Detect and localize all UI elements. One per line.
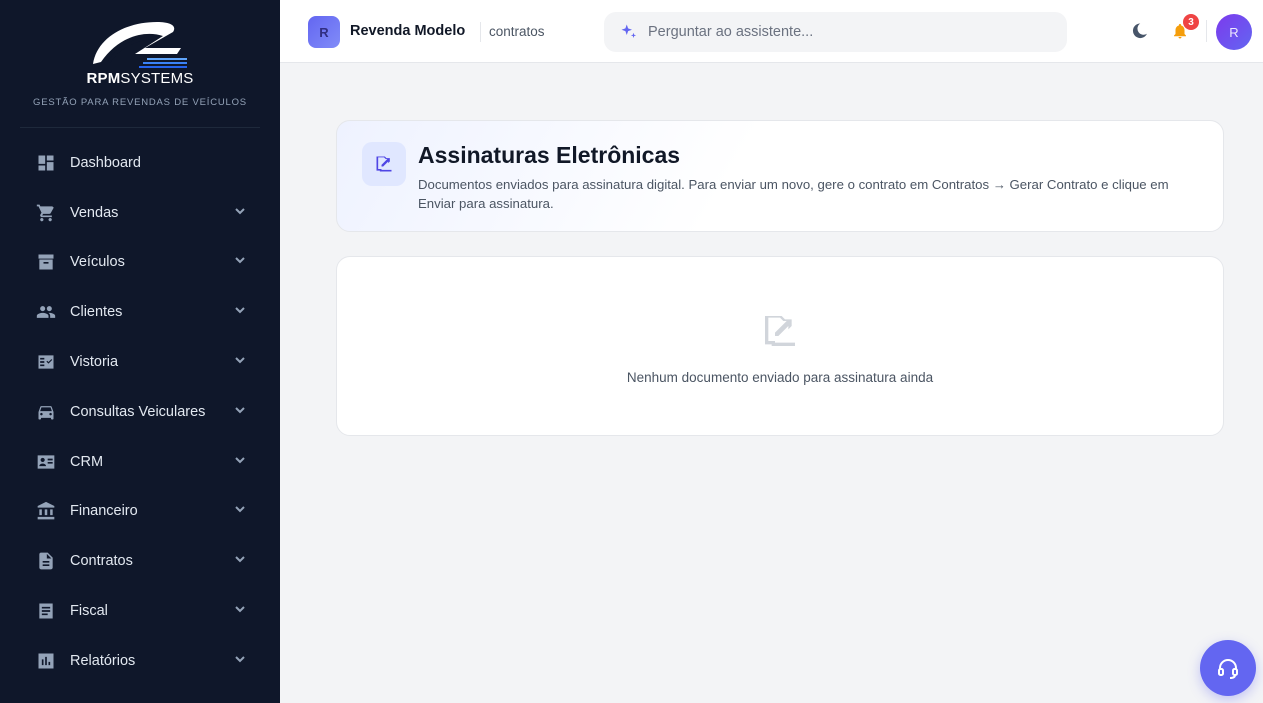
signature-icon: [362, 142, 406, 186]
sidebar-nav: Dashboard Vendas Veículos Clientes Visto…: [0, 138, 280, 686]
chevron-down-icon: [234, 353, 246, 371]
support-chat-button[interactable]: [1200, 640, 1256, 696]
sidebar-item-financeiro[interactable]: Financeiro: [0, 487, 280, 537]
sidebar-item-label: Contratos: [70, 553, 133, 570]
sidebar-item-label: Fiscal: [70, 603, 108, 620]
sidebar-item-consultas-veiculares[interactable]: Consultas Veiculares: [0, 387, 280, 437]
sidebar-item-vendas[interactable]: Vendas: [0, 188, 280, 238]
archive-icon: [36, 252, 56, 272]
chevron-down-icon: [234, 403, 246, 421]
sidebar: RPMSYSTEMS GESTÃO PARA REVENDAS DE VEÍCU…: [0, 0, 280, 703]
org-avatar[interactable]: R: [308, 16, 340, 48]
headset-icon: [1218, 659, 1238, 679]
sidebar-item-clientes[interactable]: Clientes: [0, 287, 280, 337]
sidebar-item-label: Dashboard: [70, 154, 141, 171]
checklist-icon: [36, 352, 56, 372]
assistant-search[interactable]: [604, 12, 1067, 52]
header-divider: [1206, 20, 1207, 42]
sidebar-item-label: Consultas Veiculares: [70, 403, 206, 420]
page-title: Assinaturas Eletrônicas: [418, 142, 681, 168]
org-name[interactable]: Revenda Modelo: [350, 23, 465, 39]
page-description: Documentos enviados para assinatura digi…: [418, 177, 1169, 211]
cart-icon: [36, 203, 56, 223]
bar-chart-icon: [36, 651, 56, 671]
signature-icon: [759, 311, 801, 351]
user-avatar[interactable]: R: [1216, 14, 1252, 50]
moon-icon: [1132, 23, 1147, 39]
sidebar-item-vistoria[interactable]: Vistoria: [0, 337, 280, 387]
sidebar-item-label: Vistoria: [70, 354, 119, 371]
sidebar-item-label: Vendas: [70, 204, 119, 221]
chevron-down-icon: [234, 204, 246, 222]
sidebar-item-dashboard[interactable]: Dashboard: [0, 138, 280, 188]
chevron-down-icon: [234, 552, 246, 570]
top-header: R Revenda Modelo contratos 3 R: [280, 0, 1263, 63]
brand-logo[interactable]: RPMSYSTEMS GESTÃO PARA REVENDAS DE VEÍCU…: [20, 0, 260, 128]
document-icon: [36, 551, 56, 571]
contact-card-icon: [36, 452, 56, 472]
sidebar-item-label: Clientes: [70, 304, 123, 321]
receipt-icon: [36, 601, 56, 621]
empty-state-card: Nenhum documento enviado para assinatura…: [336, 256, 1224, 436]
chevron-down-icon: [234, 602, 246, 620]
theme-toggle-button[interactable]: [1131, 22, 1151, 42]
rpm-logo-icon: [93, 22, 187, 68]
sidebar-item-label: CRM: [70, 453, 104, 470]
bank-icon: [36, 501, 56, 521]
logo-text: RPMSYSTEMS: [86, 70, 194, 87]
sidebar-item-relatorios[interactable]: Relatórios: [0, 636, 280, 686]
sidebar-item-fiscal[interactable]: Fiscal: [0, 586, 280, 636]
sidebar-item-veiculos[interactable]: Veículos: [0, 238, 280, 288]
chevron-down-icon: [234, 303, 246, 321]
chevron-down-icon: [234, 652, 246, 670]
page-header-card: Assinaturas Eletrônicas Documentos envia…: [336, 120, 1224, 232]
breadcrumb: contratos: [489, 24, 545, 39]
assistant-search-input[interactable]: [648, 24, 1048, 40]
sidebar-item-label: Relatórios: [70, 652, 136, 669]
chevron-down-icon: [234, 253, 246, 271]
notification-count-badge: 3: [1183, 14, 1199, 30]
chevron-down-icon: [234, 453, 246, 471]
sidebar-item-crm[interactable]: CRM: [0, 437, 280, 487]
dashboard-icon: [36, 153, 56, 173]
sidebar-item-label: Financeiro: [70, 503, 138, 520]
car-icon: [36, 402, 56, 422]
sidebar-item-contratos[interactable]: Contratos: [0, 536, 280, 586]
sidebar-item-label: Veículos: [70, 254, 125, 271]
people-icon: [36, 302, 56, 322]
header-divider: [480, 22, 481, 42]
empty-state-message: Nenhum documento enviado para assinatura…: [626, 370, 934, 385]
sparkle-icon: [621, 24, 637, 38]
logo-tagline: GESTÃO PARA REVENDAS DE VEÍCULOS: [33, 97, 247, 108]
chevron-down-icon: [234, 502, 246, 520]
